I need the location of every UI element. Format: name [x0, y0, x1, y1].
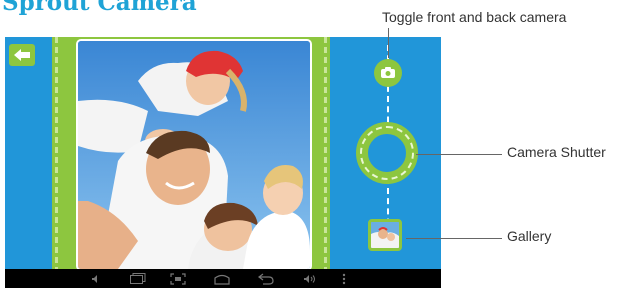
viewfinder-preview	[76, 39, 312, 271]
callout-gallery-line	[406, 238, 502, 239]
toggle-camera-button[interactable]	[374, 59, 402, 87]
back-arrow-icon	[14, 49, 30, 61]
back-icon[interactable]	[258, 272, 274, 285]
callout-toggle-label: Toggle front and back camera	[382, 9, 567, 25]
camera-switch-icon	[381, 67, 395, 78]
shutter-ring-icon	[360, 126, 414, 180]
menu-icon[interactable]	[342, 272, 346, 285]
family-photo	[78, 41, 310, 269]
screenshot-icon[interactable]	[170, 272, 186, 285]
android-nav-bar	[5, 269, 441, 288]
tablet-screen	[5, 37, 441, 288]
callout-shutter-line	[416, 154, 502, 155]
volume-up-icon[interactable]	[303, 272, 317, 285]
callout-toggle-line	[388, 28, 389, 58]
gallery-thumbnail-icon	[371, 222, 399, 248]
home-icon[interactable]	[213, 272, 231, 285]
gallery-button[interactable]	[368, 219, 402, 251]
recent-apps-icon[interactable]	[130, 272, 146, 285]
back-button[interactable]	[9, 44, 35, 66]
viewfinder-frame	[52, 37, 330, 271]
callout-shutter-label: Camera Shutter	[507, 144, 606, 160]
callout-gallery-label: Gallery	[507, 228, 552, 244]
shutter-button[interactable]	[356, 122, 418, 184]
page-title: Sprout Camera	[2, 0, 197, 16]
volume-down-icon[interactable]	[91, 272, 101, 285]
